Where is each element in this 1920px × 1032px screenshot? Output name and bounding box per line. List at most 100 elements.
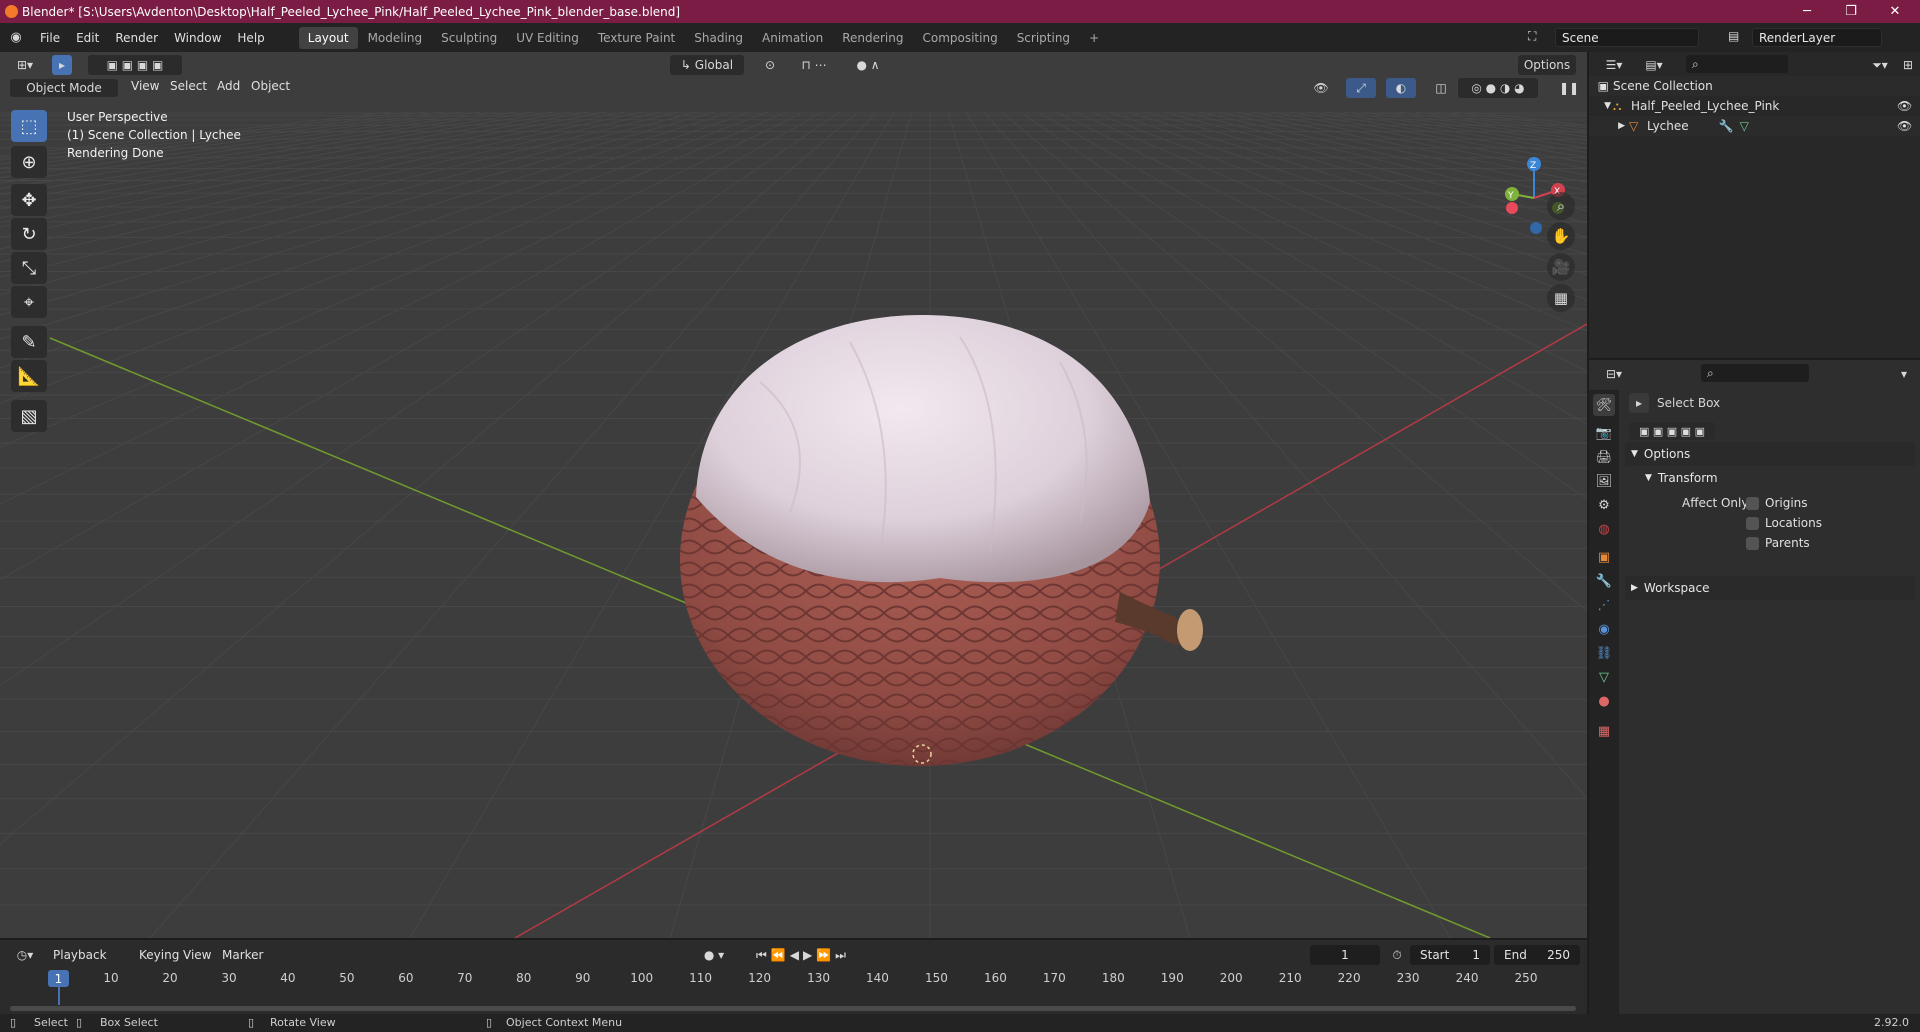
snap-icon[interactable]: ⊓ ⋯ bbox=[790, 55, 838, 75]
pivot-point-icon[interactable]: ⊙ bbox=[756, 55, 784, 75]
constraints-tab-icon[interactable]: ⛓ bbox=[1593, 642, 1615, 664]
visibility-filter-icon[interactable]: 👁 bbox=[1306, 78, 1336, 98]
workspace-panel-header[interactable]: ▶ Workspace bbox=[1625, 576, 1915, 600]
toggle-sidebar-icon[interactable]: ❚❚ bbox=[1559, 78, 1579, 98]
scale-tool-icon[interactable]: ⤡ bbox=[11, 252, 47, 284]
tab-compositing[interactable]: Compositing bbox=[913, 27, 1006, 49]
material-tab-icon[interactable]: ● bbox=[1593, 690, 1615, 712]
viewport-menu-add[interactable]: Add bbox=[217, 79, 240, 93]
properties-search-input[interactable]: ⌕ bbox=[1701, 364, 1809, 382]
origins-checkbox[interactable]: Origins bbox=[1746, 496, 1808, 510]
move-tool-icon[interactable]: ✥ bbox=[11, 184, 47, 216]
view-layer-tab-icon[interactable]: 🖼 bbox=[1593, 470, 1615, 492]
add-workspace-button[interactable]: + bbox=[1080, 27, 1108, 49]
tab-rendering[interactable]: Rendering bbox=[833, 27, 912, 49]
transform-orientation-dropdown[interactable]: ↳ Global bbox=[670, 55, 744, 75]
locations-checkbox[interactable]: Locations bbox=[1746, 516, 1822, 530]
expand-arrow-icon[interactable]: ▶ bbox=[1589, 121, 1629, 131]
shading-mode-buttons[interactable]: ◎ ● ◑ ◕ bbox=[1458, 78, 1538, 98]
object-tab-icon[interactable]: ▣ bbox=[1593, 546, 1615, 568]
preview-range-icon[interactable]: ⏱ bbox=[1387, 945, 1407, 965]
timeline-editor-type-icon[interactable]: ◷▾ bbox=[10, 945, 40, 965]
outliner-panel[interactable]: ☰▾ ▤▾ ⌕ ⏷▾ ⊞ ▣ Scene Collection ▼ ⛬ Half… bbox=[1589, 52, 1920, 358]
view-layer-selector[interactable]: RenderLayer bbox=[1752, 28, 1882, 47]
render-tab-icon[interactable]: 📷 bbox=[1593, 422, 1615, 444]
expand-arrow-icon[interactable]: ▼ bbox=[1589, 101, 1613, 111]
measure-tool-icon[interactable]: 📐 bbox=[11, 360, 47, 392]
physics-tab-icon[interactable]: ◉ bbox=[1593, 618, 1615, 640]
selection-mode-buttons[interactable]: ▣ ▣ ▣ ▣ bbox=[88, 55, 182, 75]
outliner-row-object[interactable]: ▶ ▽ Lychee 🔧 ▽ 👁 bbox=[1589, 116, 1920, 136]
pan-hand-icon[interactable]: ✋ bbox=[1547, 222, 1575, 250]
minimize-button[interactable]: ─ bbox=[1785, 0, 1829, 23]
maximize-button[interactable]: ❐ bbox=[1829, 0, 1873, 23]
playback-controls[interactable]: ⏮⏪◀▶⏩⏭ bbox=[746, 945, 860, 965]
properties-editor-type-icon[interactable]: ⊟▾ bbox=[1599, 364, 1629, 384]
new-collection-icon[interactable]: ⊞ bbox=[1899, 55, 1917, 75]
checkbox-box[interactable] bbox=[1746, 516, 1759, 530]
tool-tab-icon[interactable]: 🛠 bbox=[1593, 394, 1615, 416]
tab-sculpting[interactable]: Sculpting bbox=[432, 27, 506, 49]
annotate-tool-icon[interactable]: ✎ bbox=[11, 326, 47, 358]
transform-tool-icon[interactable]: ⌖ bbox=[11, 286, 47, 318]
overlay-toggle-icon[interactable]: ◐ bbox=[1386, 78, 1416, 98]
viewport-menu-select[interactable]: Select bbox=[170, 79, 207, 93]
playhead[interactable]: 1 bbox=[48, 970, 69, 987]
checkbox-box[interactable] bbox=[1746, 536, 1759, 550]
tab-uv-editing[interactable]: UV Editing bbox=[507, 27, 588, 49]
timeline-menu-keying[interactable]: Keying bbox=[139, 948, 179, 962]
outliner-row-scene-collection[interactable]: ▣ Scene Collection bbox=[1589, 76, 1920, 96]
world-tab-icon[interactable]: ◍ bbox=[1593, 518, 1615, 540]
tab-animation[interactable]: Animation bbox=[753, 27, 832, 49]
selection-mode-buttons[interactable]: ▣ ▣ ▣ ▣ ▣ bbox=[1629, 422, 1715, 440]
particles-tab-icon[interactable]: ⋰ bbox=[1593, 594, 1615, 616]
blender-menu-icon[interactable]: ◉ bbox=[0, 30, 32, 45]
tab-modeling[interactable]: Modeling bbox=[359, 27, 432, 49]
checkbox-box[interactable] bbox=[1746, 496, 1759, 510]
outliner-search-input[interactable]: ⌕ bbox=[1686, 55, 1788, 73]
parents-checkbox[interactable]: Parents bbox=[1746, 536, 1810, 550]
timeline-scrollbar[interactable] bbox=[10, 1006, 1576, 1011]
select-box-tool-icon[interactable]: ⬚ bbox=[11, 110, 47, 142]
add-cube-tool-icon[interactable]: ▧ bbox=[11, 400, 47, 432]
display-mode-icon[interactable]: ▤▾ bbox=[1639, 55, 1669, 75]
menu-window[interactable]: Window bbox=[166, 31, 229, 45]
proportional-edit-icon[interactable]: ● ∧ bbox=[848, 55, 888, 75]
3d-viewport[interactable]: Z X Y ⊞▾ ▸ ▣ ▣ ▣ ▣ ↳ Global ⊙ ⊓ ⋯ ● ∧ Op… bbox=[0, 52, 1587, 938]
filter-icon[interactable]: ⏷▾ bbox=[1864, 55, 1896, 75]
timeline-menu-view[interactable]: View bbox=[183, 948, 211, 962]
timeline-menu-playback[interactable]: Playback bbox=[53, 948, 107, 962]
record-icon[interactable]: ● ▾ bbox=[700, 945, 728, 965]
visibility-eye-icon[interactable]: 👁 bbox=[1897, 119, 1912, 133]
close-button[interactable]: ✕ bbox=[1873, 0, 1917, 23]
tab-texture-paint[interactable]: Texture Paint bbox=[589, 27, 684, 49]
menu-render[interactable]: Render bbox=[107, 31, 166, 45]
menu-edit[interactable]: Edit bbox=[68, 31, 107, 45]
end-frame-field[interactable]: End 250 bbox=[1494, 945, 1580, 965]
timeline-editor[interactable]: ◷▾ Playback Keying View Marker ● ▾ ⏮⏪◀▶⏩… bbox=[0, 938, 1587, 1014]
zoom-icon[interactable]: ⌕ bbox=[1547, 192, 1575, 220]
scene-tab-icon[interactable]: ⚙ bbox=[1593, 494, 1615, 516]
select-tool-icon[interactable]: ▸ bbox=[52, 55, 72, 75]
outliner-row-collection[interactable]: ▼ ⛬ Half_Peeled_Lychee_Pink 👁 bbox=[1589, 96, 1920, 116]
camera-view-icon[interactable]: 🎥 bbox=[1547, 253, 1575, 281]
outliner-editor-type-icon[interactable]: ☰▾ bbox=[1599, 55, 1629, 75]
output-tab-icon[interactable]: 🖨 bbox=[1593, 446, 1615, 468]
viewport-menu-view[interactable]: View bbox=[131, 79, 159, 93]
properties-options-icon[interactable]: ▾ bbox=[1895, 364, 1913, 384]
mode-dropdown[interactable]: Object Mode bbox=[10, 79, 118, 97]
gizmo-toggle-icon[interactable]: ⤢ bbox=[1346, 78, 1376, 98]
perspective-toggle-icon[interactable]: ▦ bbox=[1547, 284, 1575, 312]
rotate-tool-icon[interactable]: ↻ bbox=[11, 218, 47, 250]
texture-tab-icon[interactable]: ▦ bbox=[1593, 720, 1615, 742]
start-frame-field[interactable]: Start 1 bbox=[1410, 945, 1490, 965]
data-tab-icon[interactable]: ▽ bbox=[1593, 666, 1615, 688]
timeline-menu-marker[interactable]: Marker bbox=[222, 948, 263, 962]
tab-layout[interactable]: Layout bbox=[298, 26, 358, 49]
visibility-eye-icon[interactable]: 👁 bbox=[1897, 99, 1912, 113]
current-frame-field[interactable]: 1 bbox=[1310, 945, 1380, 965]
options-dropdown[interactable]: Options bbox=[1518, 55, 1576, 75]
scene-selector[interactable]: Scene bbox=[1555, 28, 1699, 47]
menu-help[interactable]: Help bbox=[229, 31, 272, 45]
frame-ruler[interactable]: 1102030405060708090100110120130140150160… bbox=[0, 968, 1587, 992]
